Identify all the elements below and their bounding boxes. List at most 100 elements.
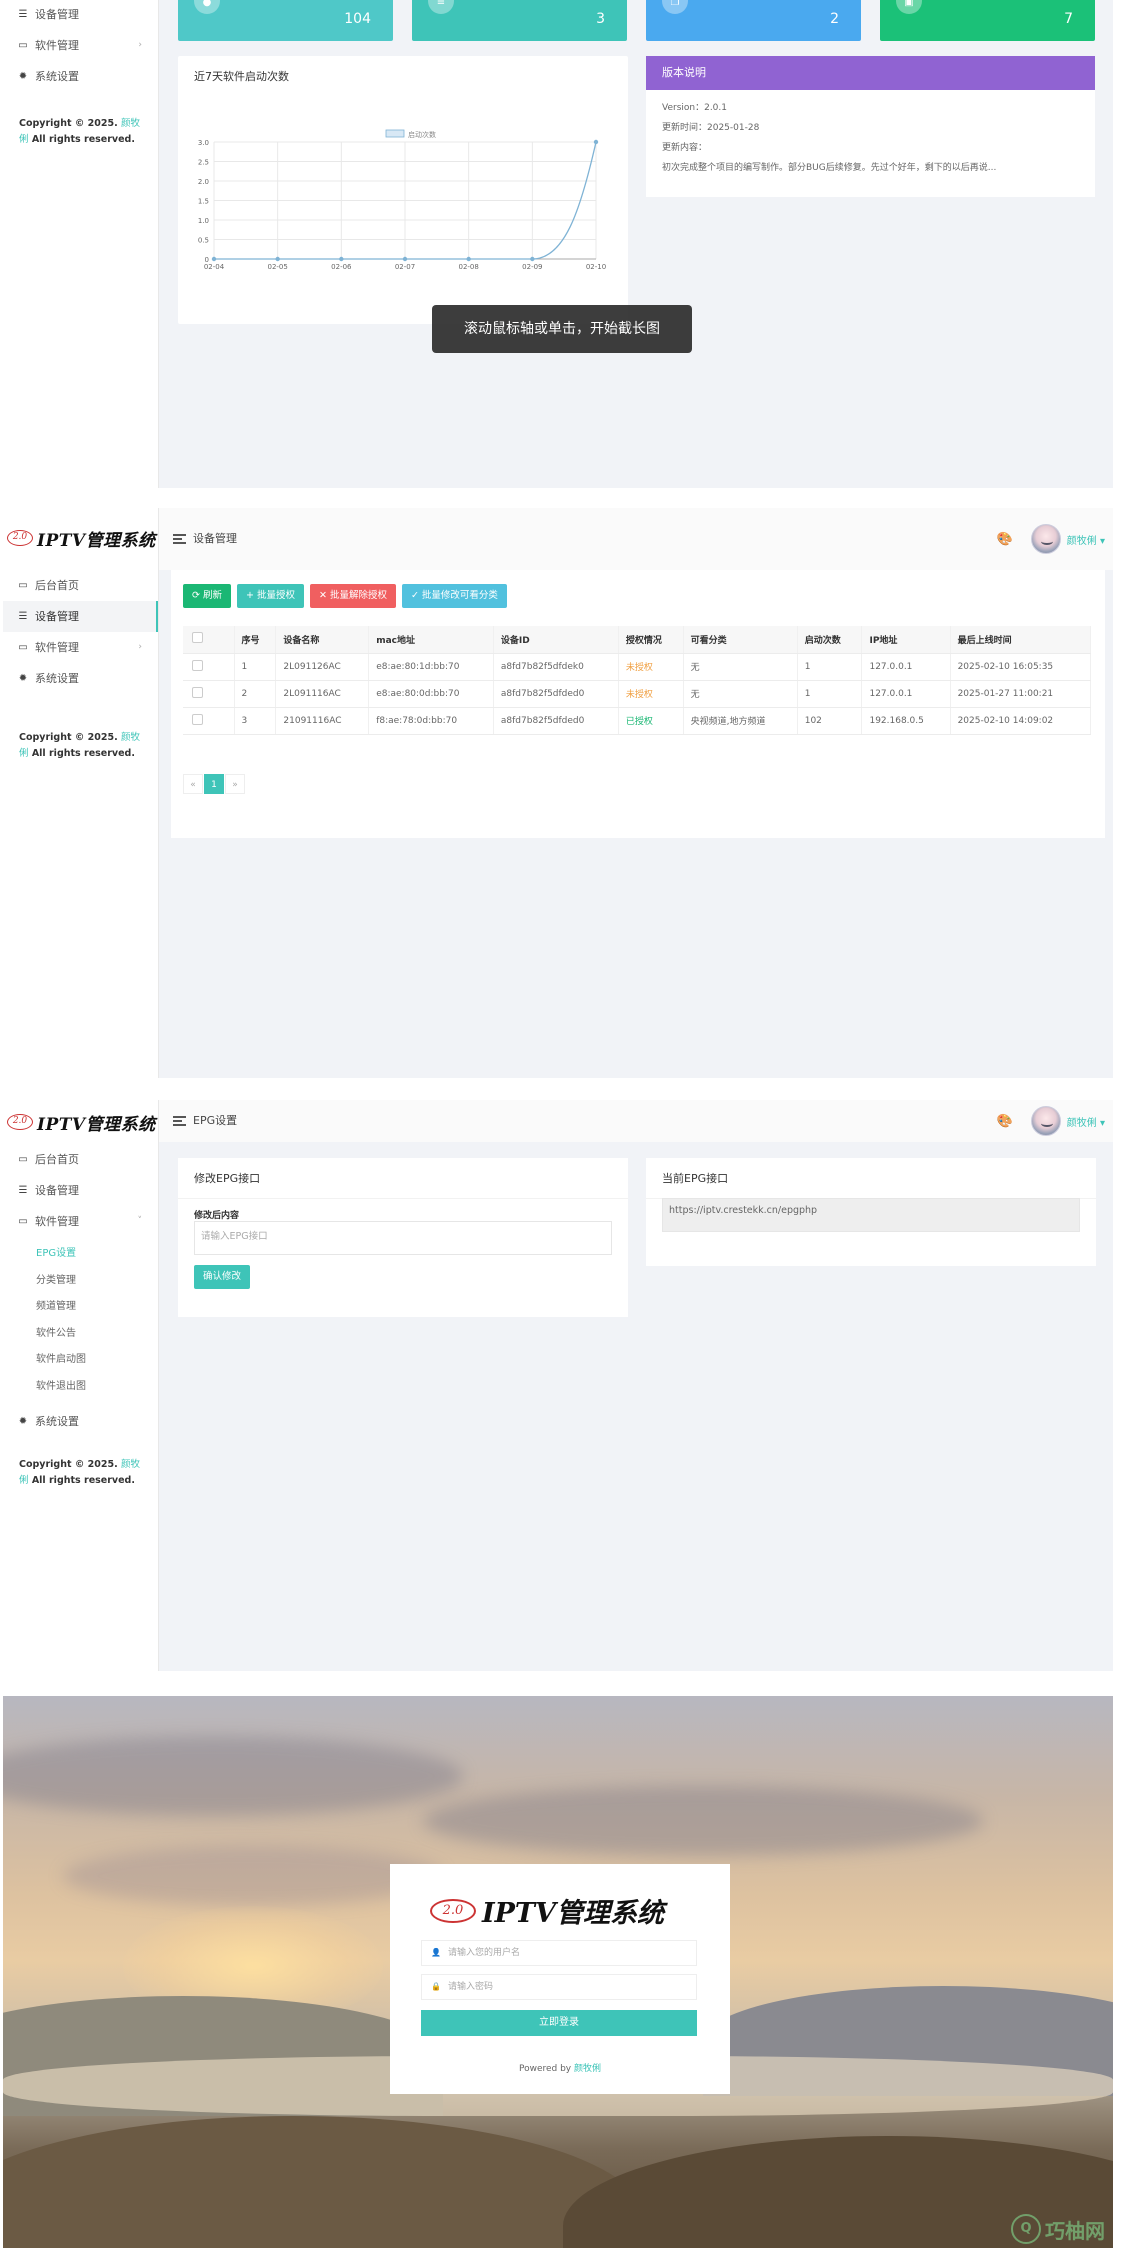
list-icon: ≡	[428, 0, 454, 14]
monitor-icon: ▭	[18, 1154, 28, 1165]
sidebar-item-home[interactable]: ▭ 后台首页	[3, 570, 158, 601]
x-tick-label: 02-06	[331, 263, 352, 271]
powered-author-link[interactable]: 颜牧俐	[574, 2064, 601, 2074]
login-screenshot: 2.0 IPTV管理系统 👤 请输入您的用户名 🔒 请输入密码 立即登录 Powere…	[3, 1696, 1113, 2248]
sidebar-nav: ☰ 设备管理 ▭ 软件管理 › ✹ 系统设置	[3, 0, 158, 92]
submenu-item-splash[interactable]: 软件启动图	[3, 1347, 158, 1374]
epg-input[interactable]: 请输入EPG接口	[194, 1221, 612, 1255]
submenu-item-category[interactable]: 分类管理	[3, 1268, 158, 1295]
sidebar-item-label: 软件管理	[35, 641, 79, 654]
select-all-checkbox[interactable]	[192, 632, 203, 644]
sidebar-item-software[interactable]: ▭ 软件管理 ›	[3, 30, 158, 61]
refresh-button[interactable]: ⟳ 刷新	[183, 584, 231, 608]
palette-icon[interactable]: 🎨	[997, 1114, 1013, 1129]
sidebar-item-home[interactable]: ▭ 后台首页	[3, 1144, 158, 1175]
tv-icon: ▣	[896, 0, 922, 14]
login-box: 2.0 IPTV管理系统 👤 请输入您的用户名 🔒 请输入密码 立即登录 Powere…	[390, 1864, 730, 2094]
sidebar-item-system[interactable]: ✹ 系统设置	[3, 663, 158, 694]
y-tick-label: 1.0	[198, 217, 209, 225]
cell-last: 2025-01-27 11:00:21	[950, 680, 1092, 708]
user-menu[interactable]: 颜牧俐 ▾	[1067, 1114, 1105, 1129]
column-header[interactable]: 设备ID	[493, 626, 619, 654]
login-button[interactable]: 立即登录	[421, 2010, 697, 2036]
edit-epg-card: 修改EPG接口 修改后内容 请输入EPG接口 确认修改	[178, 1158, 628, 1317]
x-tick-label: 02-08	[458, 263, 478, 271]
palette-icon[interactable]: 🎨	[997, 532, 1013, 547]
sidebar-item-label: 后台首页	[35, 1153, 79, 1166]
column-header[interactable]: IP地址	[861, 626, 951, 654]
cell-count: 1	[797, 653, 863, 681]
menu-toggle-icon[interactable]	[173, 1114, 186, 1129]
batch-unauth-button[interactable]: ✕ 批量解除授权	[309, 584, 396, 608]
monitor-icon: ▭	[18, 40, 28, 51]
row-checkbox[interactable]	[192, 659, 203, 671]
sidebar-item-devices[interactable]: ☰ 设备管理	[3, 0, 158, 30]
data-point	[466, 256, 471, 262]
sidebar-item-devices[interactable]: ☰ 设备管理	[3, 601, 158, 632]
stat-value: 3	[596, 11, 605, 27]
table-row: 1 2L091126AC e8:ae:80:1d:bb:70 a8fd7b82f5df…	[183, 653, 1092, 681]
devices-screenshot: 2.0 IPTV管理系统 ▭ 后台首页 ☰ 设备管理 ▭ 软件管理 › ✹ 系统设置 Cop…	[3, 508, 1113, 1078]
submenu-item-channel[interactable]: 频道管理	[3, 1294, 158, 1321]
app-logo[interactable]: 2.0 IPTV管理系统	[7, 1107, 156, 1137]
page-button-current[interactable]: 1	[204, 774, 224, 794]
user-icon: ●	[194, 0, 220, 14]
password-field[interactable]: 🔒 请输入密码	[421, 1974, 697, 2000]
username-placeholder: 请输入您的用户名	[448, 1948, 521, 1958]
row-select-cell	[183, 653, 235, 681]
cell-ip: 192.168.0.5	[861, 707, 951, 735]
row-checkbox[interactable]	[192, 686, 203, 698]
cell-last: 2025-02-10 14:09:02	[950, 707, 1092, 735]
prev-page-button[interactable]: «	[183, 774, 203, 794]
app-logo[interactable]: 2.0 IPTV管理系统	[7, 523, 156, 553]
avatar[interactable]	[1030, 1106, 1061, 1136]
sidebar-item-software[interactable]: ▭ 软件管理 ›	[3, 632, 158, 663]
sidebar-item-software[interactable]: ▭ 软件管理 ˅	[3, 1206, 158, 1237]
submenu-item-epg[interactable]: EPG设置	[3, 1241, 158, 1268]
table-row: 3 21091116AC f8:ae:78:0d:bb:70 a8fd7b82f5df…	[183, 707, 1092, 735]
topbar: 设备管理 🎨 颜牧俐 ▾	[159, 508, 1113, 570]
edit-epg-title: 修改EPG接口	[178, 1158, 628, 1199]
next-page-button[interactable]: »	[225, 774, 245, 794]
submenu-item-notice[interactable]: 软件公告	[3, 1321, 158, 1348]
cell-name: 21091116AC	[275, 707, 370, 735]
confirm-button[interactable]: 确认修改	[194, 1265, 251, 1289]
column-header[interactable]: 设备名称	[275, 626, 370, 654]
batch-category-button[interactable]: ✓ 批量修改可看分类	[401, 584, 507, 608]
submenu-item-exit-image[interactable]: 软件退出图	[3, 1374, 158, 1401]
sidebar-item-devices[interactable]: ☰ 设备管理	[3, 1175, 158, 1206]
copyright-suffix: All rights reserved.	[31, 1475, 135, 1486]
data-point	[402, 256, 408, 262]
column-header[interactable]: 最后上线时间	[950, 626, 1092, 654]
gear-icon: ✹	[18, 71, 28, 82]
menu-toggle-icon[interactable]	[173, 532, 186, 547]
user-menu[interactable]: 颜牧俐 ▾	[1067, 532, 1105, 547]
column-header[interactable]: 序号	[234, 626, 277, 654]
copyright-suffix: All rights reserved.	[31, 134, 135, 145]
gear-icon: ✹	[18, 1416, 28, 1427]
breadcrumb: EPG设置	[173, 1100, 237, 1142]
sidebar-item-system[interactable]: ✹ 系统设置	[3, 61, 158, 92]
cell-no: 2	[234, 680, 277, 708]
powered-prefix: Powered by	[518, 2064, 572, 2074]
username-field[interactable]: 👤 请输入您的用户名	[421, 1940, 697, 1966]
logo-text: IPTV管理系统	[37, 530, 156, 551]
y-tick-label: 1.5	[198, 198, 209, 206]
topbar: EPG设置 🎨 颜牧俐 ▾	[159, 1100, 1113, 1142]
row-select-cell	[183, 680, 235, 708]
batch-auth-button[interactable]: + 批量授权	[236, 584, 304, 608]
sidebar-item-system[interactable]: ✹ 系统设置	[3, 1406, 158, 1437]
stat-card-copies: ❐ 2	[646, 0, 861, 41]
column-header[interactable]: mac地址	[368, 626, 494, 654]
list-icon: ☰	[18, 611, 28, 622]
column-header[interactable]: 启动次数	[797, 626, 863, 654]
x-tick-label: 02-05	[267, 263, 287, 271]
cell-cat: 无	[683, 653, 798, 681]
cell-mac: e8:ae:80:1d:bb:70	[368, 653, 494, 681]
row-checkbox[interactable]	[192, 713, 203, 725]
avatar[interactable]	[1030, 524, 1061, 554]
content-text: 初次完成整个项目的编写制作。部分BUG后续修复。先过个好年，剩下的以后再说...	[662, 163, 997, 173]
password-placeholder: 请输入密码	[448, 1982, 494, 1992]
column-header[interactable]: 授权情况	[618, 626, 684, 654]
column-header[interactable]: 可看分类	[683, 626, 798, 654]
